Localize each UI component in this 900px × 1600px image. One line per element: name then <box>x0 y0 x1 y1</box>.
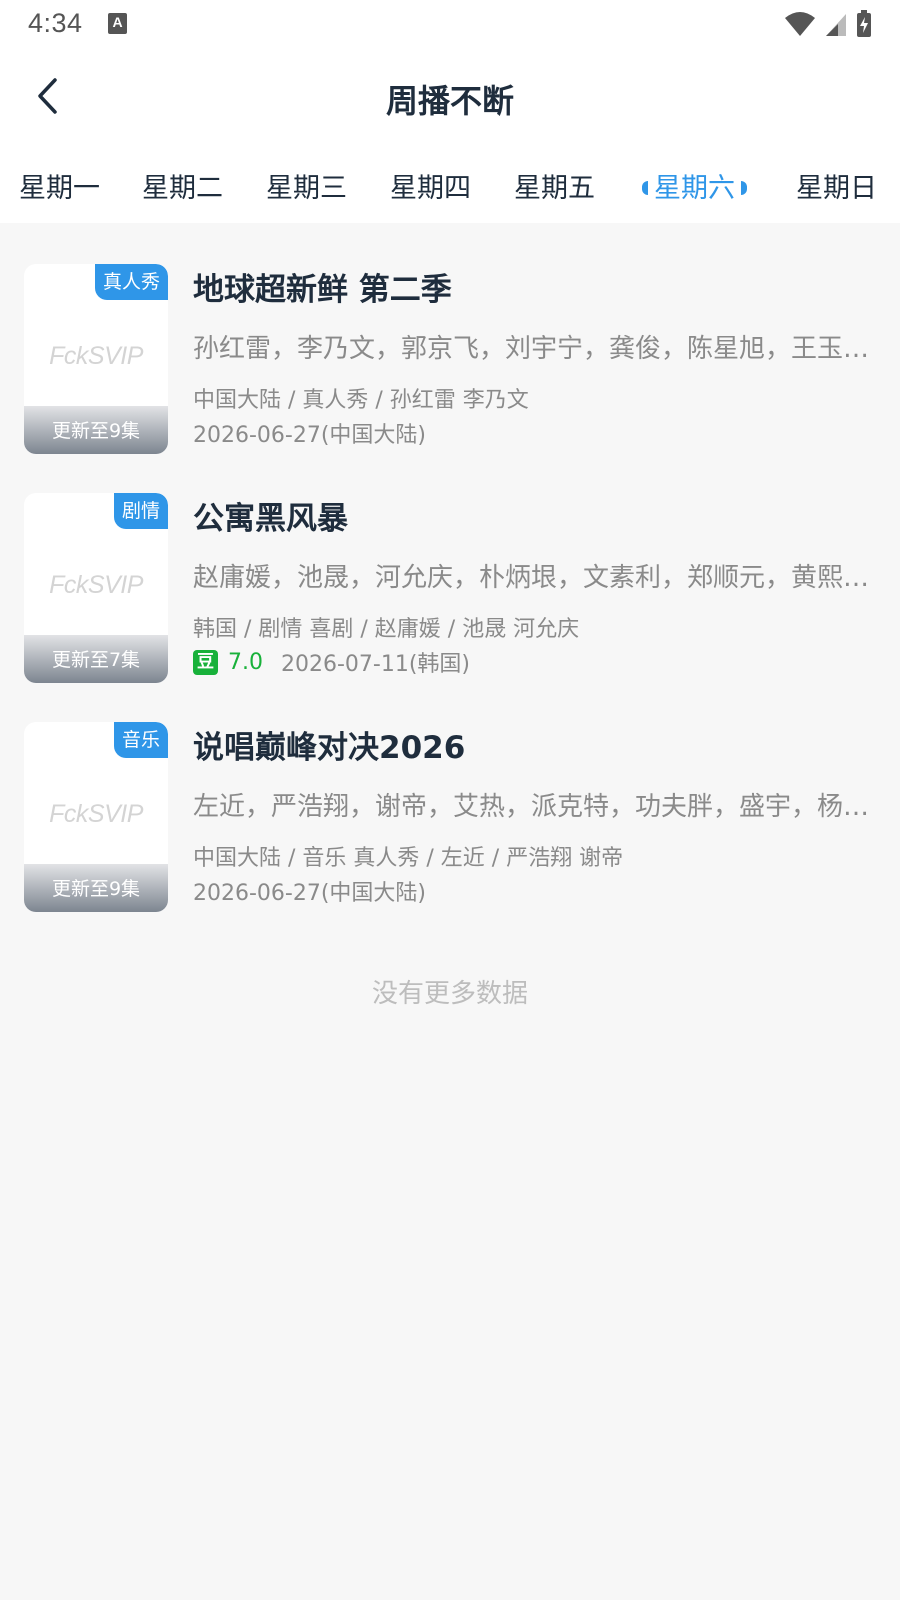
no-more-data: 没有更多数据 <box>371 979 528 1009</box>
show-date: 2026-06-27(中国大陆) <box>193 423 427 448</box>
battery-charging-icon <box>857 10 871 37</box>
tab-wednesday[interactable]: 星期三 <box>266 166 347 205</box>
poster-placeholder-logo: FckSVIP <box>49 342 143 370</box>
tab-thursday[interactable]: 星期四 <box>390 166 471 205</box>
show-date: 2026-07-11(韩国) <box>281 652 471 677</box>
status-time: 4:34 <box>28 8 83 38</box>
show-cast: 孙红雷，李乃文，郭京飞，刘宇宁，龚俊，陈星旭，王玉… <box>193 334 870 364</box>
status-bar: 4:34 A <box>0 0 900 48</box>
app-bar: 周播不断 <box>0 48 900 144</box>
poster-placeholder-logo: FckSVIP <box>49 571 143 599</box>
tab-saturday-label: 星期六 <box>654 173 735 204</box>
wifi-icon <box>785 12 815 36</box>
status-icons <box>784 10 872 38</box>
update-status: 更新至9集 <box>24 864 168 912</box>
signal-icon <box>826 14 846 36</box>
show-cast: 赵庸媛，池晟，河允庆，朴炳垠，文素利，郑顺元，黄熙… <box>193 563 870 593</box>
tab-monday[interactable]: 星期一 <box>19 166 100 205</box>
tab-tuesday[interactable]: 星期二 <box>142 166 223 205</box>
update-status: 更新至7集 <box>24 635 168 683</box>
show-date: 2026-06-27(中国大陆) <box>193 881 427 906</box>
active-tab-indicator-left <box>642 180 648 195</box>
show-card[interactable]: FckSVIP 音乐 更新至9集 说唱巅峰对决2026 左近，严浩翔，谢帝，艾热… <box>24 722 876 912</box>
day-tabs: 星期一 星期二 星期三 星期四 星期五 星期六 星期日 <box>0 150 900 220</box>
show-date-line: 豆 7.0 2026-07-11(韩国) <box>193 646 470 678</box>
update-status: 更新至9集 <box>24 406 168 454</box>
tab-sunday[interactable]: 星期日 <box>796 166 877 205</box>
show-card[interactable]: FckSVIP 剧情 更新至7集 公寓黑风暴 赵庸媛，池晟，河允庆，朴炳垠，文素… <box>24 493 876 683</box>
genre-badge: 音乐 <box>113 722 168 758</box>
tab-friday[interactable]: 星期五 <box>514 166 595 205</box>
show-card[interactable]: FckSVIP 真人秀 更新至9集 地球超新鲜 第二季 孙红雷，李乃文，郭京飞，… <box>24 264 876 454</box>
show-date-line: 2026-06-27(中国大陆) <box>193 417 426 449</box>
poster-placeholder-logo: FckSVIP <box>49 800 143 828</box>
keyboard-a-icon: A <box>108 13 127 34</box>
show-meta: 中国大陆 / 真人秀 / 孙红雷 李乃文 <box>193 388 529 413</box>
genre-badge: 真人秀 <box>94 264 168 300</box>
show-meta: 韩国 / 剧情 喜剧 / 赵庸媛 / 池晟 河允庆 <box>193 617 580 642</box>
header-area: 4:34 A 周播不断 星期一 星期二 星期三 星期四 星期五 星期六 星期日 <box>0 0 900 223</box>
page-title: 周播不断 <box>385 82 514 120</box>
show-poster[interactable]: FckSVIP 剧情 更新至7集 <box>24 493 168 683</box>
show-date-line: 2026-06-27(中国大陆) <box>193 875 426 907</box>
show-poster[interactable]: FckSVIP 音乐 更新至9集 <box>24 722 168 912</box>
active-tab-indicator-right <box>741 180 747 195</box>
show-poster[interactable]: FckSVIP 真人秀 更新至9集 <box>24 264 168 454</box>
show-meta: 中国大陆 / 音乐 真人秀 / 左近 / 严浩翔 谢帝 <box>193 846 624 871</box>
genre-badge: 剧情 <box>113 493 168 529</box>
tab-saturday[interactable]: 星期六 <box>642 166 747 205</box>
show-cast: 左近，严浩翔，谢帝，艾热，派克特，功夫胖，盛宇，杨… <box>193 792 870 822</box>
show-title: 说唱巅峰对决2026 <box>193 730 466 766</box>
douban-score: 7.0 <box>228 649 263 675</box>
show-title: 地球超新鲜 第二季 <box>193 272 452 308</box>
douban-icon: 豆 <box>193 649 218 675</box>
show-title: 公寓黑风暴 <box>193 501 348 537</box>
